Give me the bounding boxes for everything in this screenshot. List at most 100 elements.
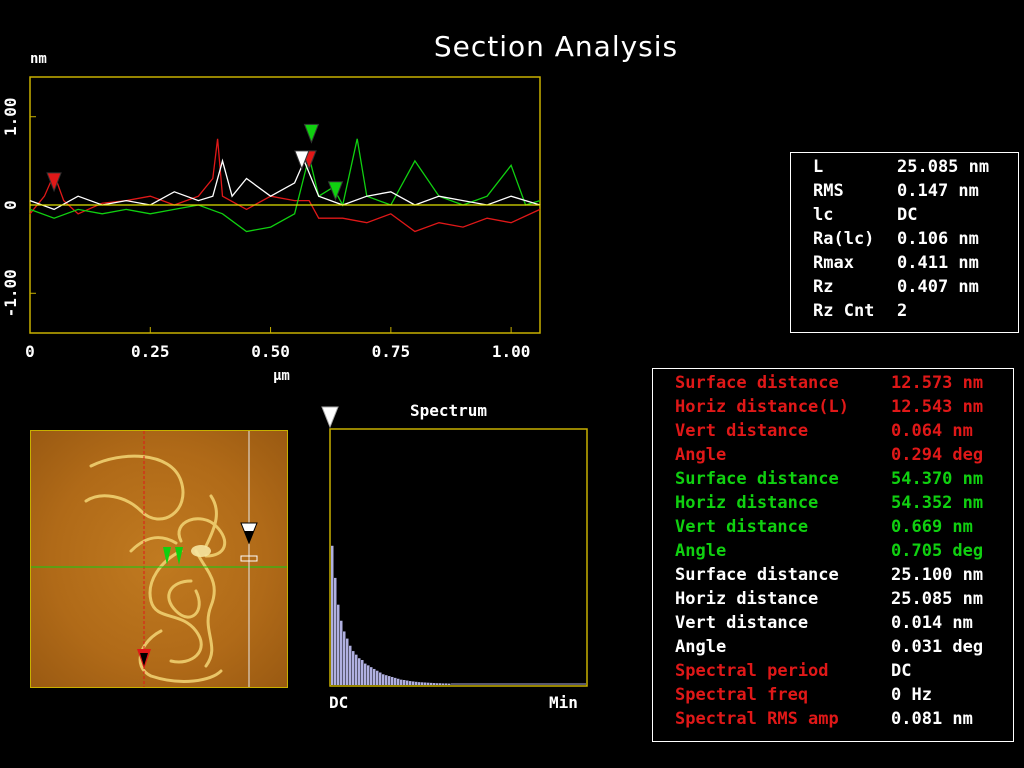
measurement-label: Spectral RMS amp — [675, 709, 839, 729]
spectrum-bar — [403, 680, 406, 685]
spectrum-bar — [334, 577, 337, 685]
spectrum-bar — [442, 683, 445, 685]
measurement-label: Vert distance — [675, 517, 809, 537]
measurement-label: Vert distance — [675, 613, 809, 633]
stat-label: L — [813, 157, 824, 177]
stat-label: lc — [813, 205, 834, 225]
measurement-label: Angle — [675, 637, 727, 657]
measurement-value: 25.100 nm — [891, 565, 984, 585]
spectrum-bar — [448, 683, 451, 685]
spectrum-bar — [370, 667, 373, 685]
measurement-label: Horiz distance(L) — [675, 397, 849, 417]
profile-x-unit: µm — [273, 368, 290, 384]
measurement-value: 0.014 nm — [891, 613, 973, 633]
spectrum-bar — [412, 681, 415, 685]
stat-label: Rmax — [813, 253, 854, 273]
measurement-value: 0.031 deg — [891, 637, 984, 657]
spectrum-bar — [424, 682, 427, 685]
afm-height-image[interactable] — [30, 430, 288, 688]
stat-value: 0.411 nm — [897, 253, 979, 273]
spectrum-bar — [355, 654, 358, 685]
spectrum-bar — [400, 679, 403, 685]
profile-series-line-1 — [29, 138, 541, 233]
measurement-label: Horiz distance — [675, 493, 819, 513]
y-tick-label: -1.00 — [1, 269, 20, 317]
y-tick-label: 0 — [1, 200, 20, 210]
spectrum-bar — [388, 676, 391, 685]
stat-label: Ra(lc) — [813, 229, 875, 249]
measurement-value: 0.294 deg — [891, 445, 984, 465]
measurement-value: 0.064 nm — [891, 421, 973, 441]
afm-image-graphic — [31, 431, 287, 687]
measurement-value: 54.370 nm — [891, 469, 984, 489]
measurement-label: Spectral freq — [675, 685, 809, 705]
spectrum-bar — [385, 675, 388, 685]
spectrum-bar — [427, 682, 430, 685]
spectrum-bar — [409, 681, 412, 685]
spectrum-bar — [406, 680, 409, 685]
spectrum-bar — [367, 665, 370, 685]
y-tick-label: 1.00 — [1, 97, 20, 136]
spectrum-chart: Spectrum DC Min — [321, 401, 588, 712]
spectrum-bar — [445, 683, 448, 685]
cursor-marker-icon — [303, 123, 320, 144]
measurement-value: 25.085 nm — [891, 589, 984, 609]
stat-value: 0.407 nm — [897, 277, 979, 297]
spectrum-bar — [343, 631, 346, 685]
cursor-marker-icon — [327, 181, 344, 202]
measurement-label: Surface distance — [675, 469, 839, 489]
x-tick-label: 1.00 — [492, 342, 531, 361]
spectrum-bar — [364, 663, 367, 685]
spectrum-bar — [352, 651, 355, 685]
spectrum-bar — [436, 683, 439, 685]
spectrum-bar — [421, 682, 424, 685]
measurement-value: 54.352 nm — [891, 493, 984, 513]
measurement-value: 12.543 nm — [891, 397, 984, 417]
spectrum-bar — [373, 668, 376, 685]
measurement-label: Spectral period — [675, 661, 829, 681]
x-tick-label: 0 — [25, 342, 35, 361]
spectrum-bar — [415, 681, 418, 685]
spectrum-bar — [331, 545, 334, 685]
spectrum-bar — [376, 670, 379, 685]
measurement-value: 12.573 nm — [891, 373, 984, 393]
section-profile-chart: nm µm 0 0.25 0.50 0.75 1.00 1.00 0 -1.00 — [1, 55, 541, 384]
roughness-stats-panel: L 25.085 nm RMS 0.147 nm lc DC Ra(lc) 0.106 nm R… — [790, 152, 1019, 333]
spectrum-bar — [397, 678, 400, 685]
measurement-value: DC — [891, 661, 912, 681]
stat-value: 0.106 nm — [897, 229, 979, 249]
measurement-label: Surface distance — [675, 565, 839, 585]
measurement-label: Horiz distance — [675, 589, 819, 609]
stat-value: 25.085 nm — [897, 157, 990, 177]
spectrum-right-label: Min — [549, 693, 578, 712]
spectrum-bar — [349, 645, 352, 685]
spectrum-title: Spectrum — [410, 401, 487, 420]
profile-y-unit: nm — [30, 55, 47, 67]
spectrum-bar — [391, 676, 394, 685]
x-tick-label: 0.75 — [372, 342, 411, 361]
stat-value: 2 — [897, 301, 908, 321]
stat-label: RMS — [813, 181, 844, 201]
spectrum-bar — [418, 682, 421, 685]
stat-value: DC — [897, 205, 918, 225]
measurement-label: Angle — [675, 541, 727, 561]
x-tick-label: 0.25 — [131, 342, 170, 361]
profile-series-line-0 — [29, 138, 541, 233]
spectrum-bar — [382, 674, 385, 685]
measurement-label: Surface distance — [675, 373, 839, 393]
stat-label: Rz — [813, 277, 834, 297]
spectrum-plot-frame — [329, 428, 588, 687]
x-tick-label: 0.50 — [251, 342, 290, 361]
spectrum-bar — [430, 682, 433, 685]
measurement-value: 0.081 nm — [891, 709, 973, 729]
stat-label: Rz Cnt — [813, 301, 875, 321]
stat-value: 0.147 nm — [897, 181, 979, 201]
spectrum-bar — [439, 683, 442, 685]
spectrum-bar — [433, 683, 436, 685]
spectrum-bar — [358, 658, 361, 685]
spectrum-bar — [394, 677, 397, 685]
measurement-label: Angle — [675, 445, 727, 465]
measurement-value: 0.669 nm — [891, 517, 973, 537]
spectrum-left-label: DC — [329, 693, 348, 712]
measurement-value: 0 Hz — [891, 685, 932, 705]
